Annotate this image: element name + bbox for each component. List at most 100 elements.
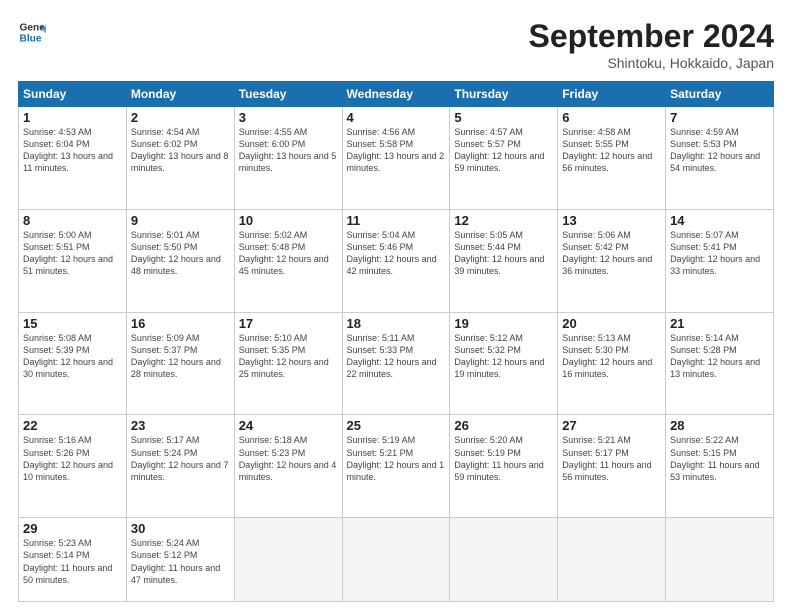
calendar-cell: 23 Sunrise: 5:17 AMSunset: 5:24 PMDayligh… [126,415,234,518]
day-number: 27 [562,418,661,433]
day-number: 9 [131,213,230,228]
day-number: 6 [562,110,661,125]
month-title: September 2024 [529,18,774,55]
day-number: 14 [670,213,769,228]
day-header-saturday: Saturday [666,82,774,107]
cell-text: Sunrise: 5:10 AMSunset: 5:35 PMDaylight:… [239,333,329,379]
calendar-cell: 2 Sunrise: 4:54 AMSunset: 6:02 PMDaylight… [126,107,234,210]
day-number: 13 [562,213,661,228]
calendar-cell: 11 Sunrise: 5:04 AMSunset: 5:46 PMDayligh… [342,209,450,312]
logo: General Blue [18,18,46,46]
calendar-cell: 12 Sunrise: 5:05 AMSunset: 5:44 PMDayligh… [450,209,558,312]
title-block: September 2024 Shintoku, Hokkaido, Japan [529,18,774,71]
cell-text: Sunrise: 5:16 AMSunset: 5:26 PMDaylight:… [23,435,113,481]
week-row-5: 29 Sunrise: 5:23 AMSunset: 5:14 PMDayligh… [19,518,774,602]
cell-text: Sunrise: 4:58 AMSunset: 5:55 PMDaylight:… [562,127,652,173]
cell-text: Sunrise: 5:02 AMSunset: 5:48 PMDaylight:… [239,230,329,276]
day-number: 11 [347,213,446,228]
cell-text: Sunrise: 4:57 AMSunset: 5:57 PMDaylight:… [454,127,544,173]
day-number: 12 [454,213,553,228]
day-number: 7 [670,110,769,125]
cell-text: Sunrise: 5:06 AMSunset: 5:42 PMDaylight:… [562,230,652,276]
calendar-cell: 15 Sunrise: 5:08 AMSunset: 5:39 PMDayligh… [19,312,127,415]
day-header-tuesday: Tuesday [234,82,342,107]
day-number: 25 [347,418,446,433]
day-number: 17 [239,316,338,331]
calendar-cell [558,518,666,602]
calendar-cell: 19 Sunrise: 5:12 AMSunset: 5:32 PMDayligh… [450,312,558,415]
calendar-cell: 25 Sunrise: 5:19 AMSunset: 5:21 PMDayligh… [342,415,450,518]
calendar-cell: 10 Sunrise: 5:02 AMSunset: 5:48 PMDayligh… [234,209,342,312]
calendar-cell [342,518,450,602]
day-number: 22 [23,418,122,433]
week-row-1: 1 Sunrise: 4:53 AMSunset: 6:04 PMDaylight… [19,107,774,210]
day-number: 23 [131,418,230,433]
calendar-cell: 4 Sunrise: 4:56 AMSunset: 5:58 PMDaylight… [342,107,450,210]
cell-text: Sunrise: 5:12 AMSunset: 5:32 PMDaylight:… [454,333,544,379]
week-row-4: 22 Sunrise: 5:16 AMSunset: 5:26 PMDayligh… [19,415,774,518]
cell-text: Sunrise: 5:14 AMSunset: 5:28 PMDaylight:… [670,333,760,379]
calendar-cell: 3Sunrise: 4:55 AMSunset: 6:00 PMDaylight… [234,107,342,210]
calendar-body: 1 Sunrise: 4:53 AMSunset: 6:04 PMDaylight… [19,107,774,602]
day-number: 1 [23,110,122,125]
cell-text: Sunrise: 5:21 AMSunset: 5:17 PMDaylight:… [562,435,651,481]
cell-text: Sunrise: 5:17 AMSunset: 5:24 PMDaylight:… [131,435,229,481]
day-number: 3 [239,110,338,125]
day-number: 24 [239,418,338,433]
calendar-cell: 27 Sunrise: 5:21 AMSunset: 5:17 PMDayligh… [558,415,666,518]
svg-text:Blue: Blue [20,33,42,44]
cell-text: Sunrise: 5:11 AMSunset: 5:33 PMDaylight:… [347,333,437,379]
header: General Blue September 2024 Shintoku, Ho… [18,18,774,71]
cell-text: Sunrise: 5:13 AMSunset: 5:30 PMDaylight:… [562,333,652,379]
day-number: 20 [562,316,661,331]
day-header-thursday: Thursday [450,82,558,107]
calendar-cell: 9Sunrise: 5:01 AMSunset: 5:50 PMDaylight… [126,209,234,312]
calendar-cell: 29 Sunrise: 5:23 AMSunset: 5:14 PMDayligh… [19,518,127,602]
calendar-cell: 18Sunrise: 5:11 AMSunset: 5:33 PMDayligh… [342,312,450,415]
cell-text: Sunrise: 4:56 AMSunset: 5:58 PMDaylight:… [347,127,445,173]
calendar-cell: 6 Sunrise: 4:58 AMSunset: 5:55 PMDaylight… [558,107,666,210]
calendar-cell: 21Sunrise: 5:14 AMSunset: 5:28 PMDayligh… [666,312,774,415]
day-number: 16 [131,316,230,331]
subtitle: Shintoku, Hokkaido, Japan [529,55,774,71]
day-number: 15 [23,316,122,331]
calendar-cell [234,518,342,602]
cell-text: Sunrise: 5:04 AMSunset: 5:46 PMDaylight:… [347,230,437,276]
cell-text: Sunrise: 5:22 AMSunset: 5:15 PMDaylight:… [670,435,759,481]
week-row-2: 8 Sunrise: 5:00 AMSunset: 5:51 PMDaylight… [19,209,774,312]
cell-text: Sunrise: 5:24 AMSunset: 5:12 PMDaylight:… [131,538,220,584]
cell-text: Sunrise: 5:05 AMSunset: 5:44 PMDaylight:… [454,230,544,276]
cell-text: Sunrise: 5:08 AMSunset: 5:39 PMDaylight:… [23,333,113,379]
calendar-cell: 28Sunrise: 5:22 AMSunset: 5:15 PMDayligh… [666,415,774,518]
cell-text: Sunrise: 4:54 AMSunset: 6:02 PMDaylight:… [131,127,229,173]
calendar-cell: 24 Sunrise: 5:18 AMSunset: 5:23 PMDayligh… [234,415,342,518]
day-number: 19 [454,316,553,331]
calendar-cell: 16 Sunrise: 5:09 AMSunset: 5:37 PMDayligh… [126,312,234,415]
calendar-cell: 30Sunrise: 5:24 AMSunset: 5:12 PMDayligh… [126,518,234,602]
cell-text: Sunrise: 4:59 AMSunset: 5:53 PMDaylight:… [670,127,760,173]
cell-text: Sunrise: 5:19 AMSunset: 5:21 PMDaylight:… [347,435,445,481]
day-number: 29 [23,521,122,536]
calendar-cell: 14Sunrise: 5:07 AMSunset: 5:41 PMDayligh… [666,209,774,312]
calendar-cell: 17 Sunrise: 5:10 AMSunset: 5:35 PMDayligh… [234,312,342,415]
cell-text: Sunrise: 5:18 AMSunset: 5:23 PMDaylight:… [239,435,337,481]
calendar-cell: 22 Sunrise: 5:16 AMSunset: 5:26 PMDayligh… [19,415,127,518]
cell-text: Sunrise: 5:00 AMSunset: 5:51 PMDaylight:… [23,230,113,276]
day-number: 2 [131,110,230,125]
day-number: 26 [454,418,553,433]
calendar-cell [666,518,774,602]
cell-text: Sunrise: 5:09 AMSunset: 5:37 PMDaylight:… [131,333,221,379]
cell-text: Sunrise: 4:53 AMSunset: 6:04 PMDaylight:… [23,127,113,173]
day-header-wednesday: Wednesday [342,82,450,107]
calendar-cell: 26 Sunrise: 5:20 AMSunset: 5:19 PMDayligh… [450,415,558,518]
calendar-cell: 5Sunrise: 4:57 AMSunset: 5:57 PMDaylight… [450,107,558,210]
day-number: 8 [23,213,122,228]
day-number: 10 [239,213,338,228]
page: General Blue September 2024 Shintoku, Ho… [0,0,792,612]
calendar-cell: 7 Sunrise: 4:59 AMSunset: 5:53 PMDaylight… [666,107,774,210]
logo-icon: General Blue [18,18,46,46]
day-number: 4 [347,110,446,125]
cell-text: Sunrise: 5:23 AMSunset: 5:14 PMDaylight:… [23,538,112,584]
cell-text: Sunrise: 5:20 AMSunset: 5:19 PMDaylight:… [454,435,543,481]
calendar-table: SundayMondayTuesdayWednesdayThursdayFrid… [18,81,774,602]
